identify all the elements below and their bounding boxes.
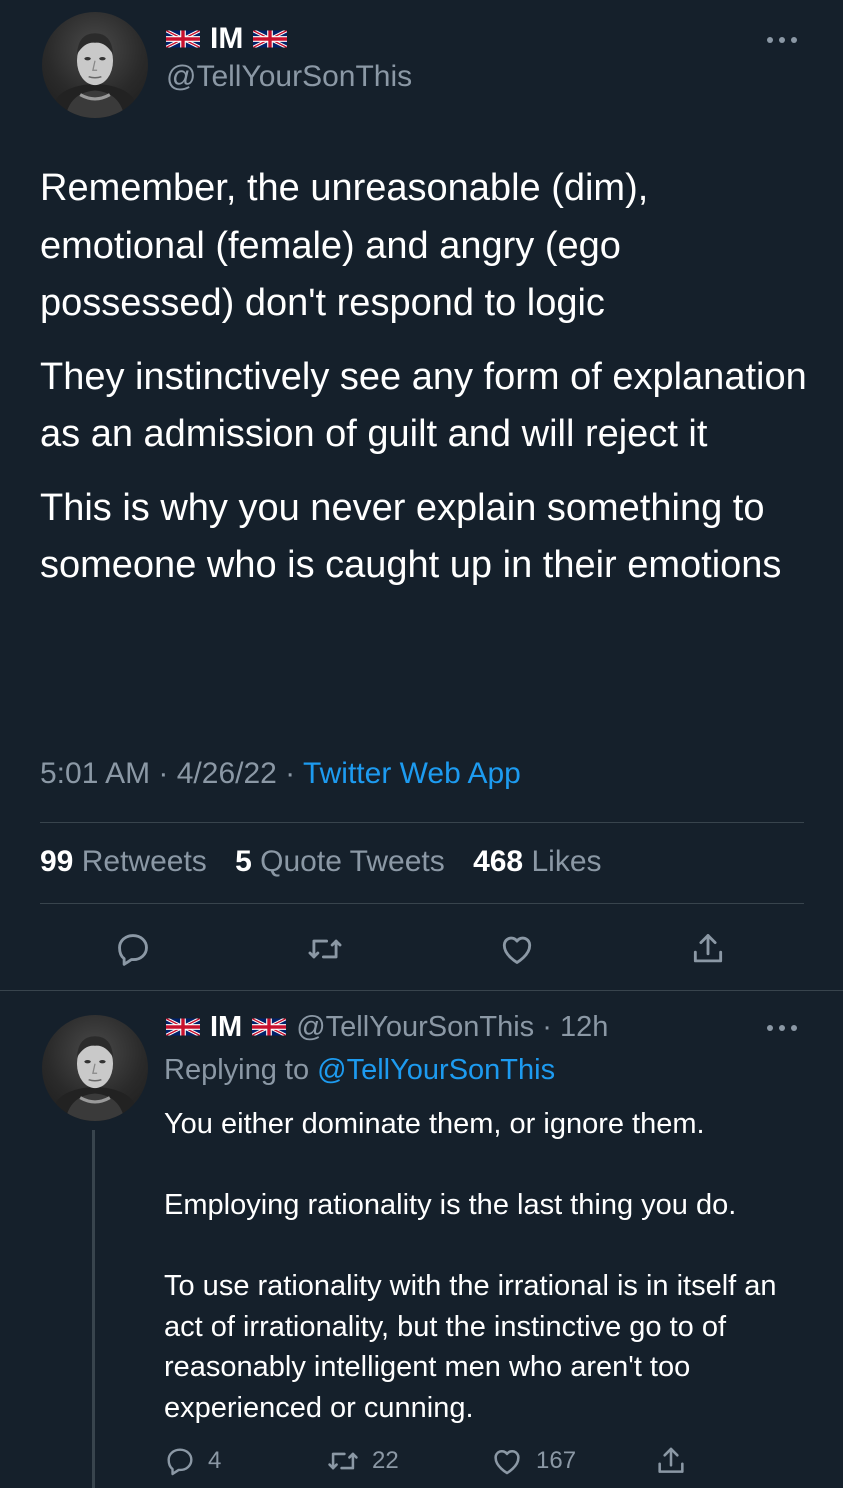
tweet-source[interactable]: Twitter Web App bbox=[303, 757, 521, 790]
tweet-paragraph: To use rationality with the irrational i… bbox=[164, 1270, 777, 1424]
tweet-paragraph: You either dominate them, or ignore them… bbox=[164, 1108, 705, 1140]
tweet-paragraph: Employing rationality is the last thing … bbox=[164, 1189, 737, 1221]
tweet-date[interactable]: 4/26/22 bbox=[177, 757, 277, 790]
tweet-paragraph: They instinctively see any form of expla… bbox=[40, 355, 807, 456]
main-tweet-avatar[interactable] bbox=[42, 12, 148, 118]
union-jack-icon bbox=[252, 1016, 286, 1038]
share-icon[interactable] bbox=[652, 1442, 690, 1480]
main-tweet-display-name-row[interactable]: IM bbox=[166, 22, 287, 56]
main-tweet-handle[interactable]: @TellYourSonThis bbox=[166, 60, 412, 94]
reply-tweet-header[interactable]: IM @TellYourSonThis · 12h bbox=[166, 1010, 608, 1044]
reply-action-reply[interactable]: 4 bbox=[164, 1442, 221, 1480]
more-icon[interactable] bbox=[760, 1014, 804, 1042]
retweet-icon bbox=[328, 1452, 358, 1470]
quote-tweets-stat[interactable]: 5 Quote Tweets bbox=[235, 845, 455, 878]
reply-tweet-age[interactable]: 12h bbox=[560, 1011, 608, 1043]
reply-tweet-avatar[interactable] bbox=[42, 1015, 148, 1121]
replying-to-handle[interactable]: @TellYourSonThis bbox=[317, 1054, 555, 1086]
union-jack-icon bbox=[253, 28, 287, 50]
tweet-time[interactable]: 5:01 AM bbox=[40, 757, 150, 790]
divider bbox=[0, 990, 843, 991]
reply-count: 4 bbox=[208, 1447, 222, 1474]
likes-stat[interactable]: 468 Likes bbox=[473, 845, 611, 878]
replying-to-line: Replying to @TellYourSonThis bbox=[164, 1054, 556, 1086]
reply-tweet-display-name: IM bbox=[210, 1010, 243, 1043]
share-icon[interactable] bbox=[685, 926, 731, 972]
tweet-paragraph: Remember, the unreasonable (dim), emotio… bbox=[40, 167, 649, 324]
main-tweet-stats: 99 Retweets 5 Quote Tweets 468 Likes bbox=[40, 845, 622, 879]
reply-icon[interactable] bbox=[110, 926, 156, 972]
retweet-icon[interactable] bbox=[302, 926, 348, 972]
reply-tweet-text: You either dominate them, or ignore them… bbox=[164, 1104, 812, 1428]
tweet-paragraph: This is why you never explain something … bbox=[40, 486, 782, 587]
reply-action-like[interactable]: 167 bbox=[490, 1442, 576, 1480]
thread-line bbox=[92, 1130, 95, 1488]
reply-action-retweet[interactable]: 22 bbox=[326, 1442, 399, 1480]
more-icon[interactable] bbox=[760, 26, 804, 54]
retweets-stat[interactable]: 99 Retweets bbox=[40, 845, 217, 878]
divider bbox=[40, 822, 804, 823]
main-tweet-text: Remember, the unreasonable (dim), emotio… bbox=[40, 160, 810, 595]
retweet-count: 22 bbox=[372, 1447, 399, 1474]
union-jack-icon bbox=[166, 28, 200, 50]
heart-icon[interactable] bbox=[494, 926, 540, 972]
main-tweet-meta: 5:01 AM · 4/26/22 · Twitter Web App bbox=[40, 757, 521, 790]
main-tweet-display-name: IM bbox=[210, 22, 244, 55]
divider bbox=[40, 903, 804, 904]
reply-tweet-handle[interactable]: @TellYourSonThis bbox=[296, 1011, 534, 1043]
union-jack-icon bbox=[166, 1016, 200, 1038]
heart-icon bbox=[494, 1449, 520, 1475]
like-count: 167 bbox=[536, 1447, 577, 1474]
reply-icon bbox=[167, 1448, 193, 1476]
